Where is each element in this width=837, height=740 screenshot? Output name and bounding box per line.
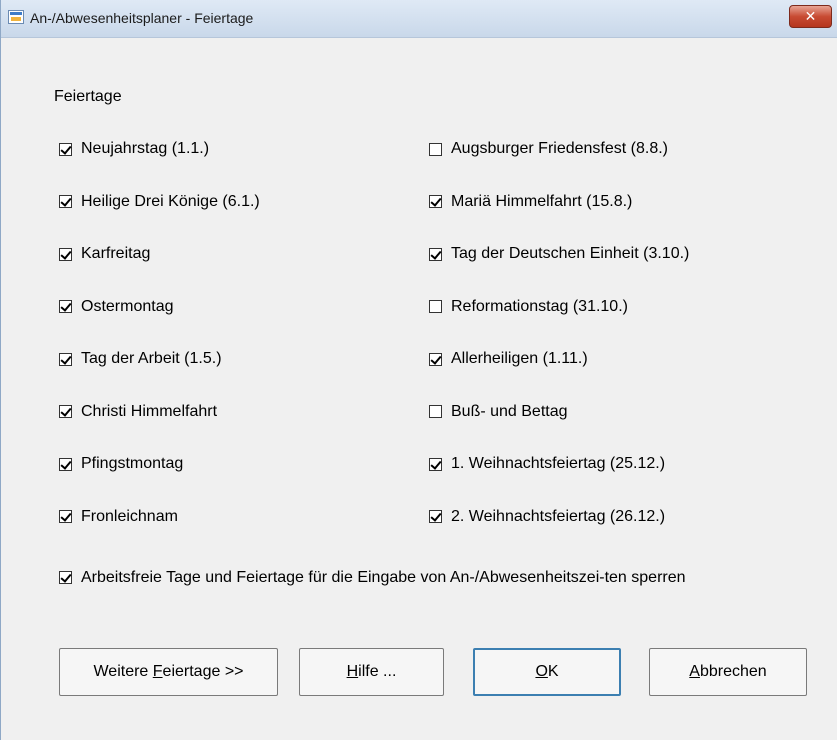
button-text: eiertage >>: [162, 663, 244, 680]
holiday-label: Pfingstmontag: [81, 455, 184, 472]
more-holidays-button[interactable]: Weitere Feiertage >>: [59, 648, 278, 696]
mnemonic-letter: A: [689, 663, 700, 680]
holiday-checkbox[interactable]: Fronleichnam: [59, 507, 178, 527]
checkbox-checked[interactable]: [429, 195, 442, 208]
checkbox-checked[interactable]: [59, 195, 72, 208]
checkbox-box[interactable]: [59, 571, 72, 584]
checkbox-unchecked[interactable]: [429, 300, 442, 313]
checkbox-checked[interactable]: [429, 352, 442, 366]
holiday-checkbox[interactable]: Karfreitag: [59, 244, 150, 264]
holiday-checkbox[interactable]: Allerheiligen (1.11.): [429, 349, 588, 369]
dialog-window: An-/Abwesenheitsplaner - Feiertage ✕ Fei…: [0, 0, 837, 740]
holiday-checkbox[interactable]: Reformationstag (31.10.): [429, 297, 628, 317]
title-bar[interactable]: An-/Abwesenheitsplaner - Feiertage ✕: [1, 0, 837, 38]
holiday-checkbox[interactable]: Buß- und Bettag: [429, 402, 568, 422]
holiday-label: Tag der Deutschen Einheit (3.10.): [451, 245, 690, 262]
checkbox-checked[interactable]: [429, 457, 442, 471]
close-button[interactable]: ✕: [789, 5, 832, 28]
holiday-label: Ostermontag: [81, 297, 174, 315]
holiday-label: Christi Himmelfahrt: [81, 402, 218, 420]
holiday-label: Neujahrstag (1.1.): [81, 140, 210, 157]
holiday-label: Mariä Himmelfahrt (15.8.): [451, 192, 633, 210]
holiday-checkbox[interactable]: 2. Weihnachtsfeiertag (26.12.): [429, 507, 665, 527]
holiday-label: 2. Weihnachtsfeiertag (26.12.): [451, 507, 666, 525]
lock-holidays-label: Arbeitsfreie Tage und Feiertage für die …: [81, 569, 686, 586]
checkbox-unchecked[interactable]: [429, 142, 442, 156]
holiday-checkbox[interactable]: Neujahrstag (1.1.): [59, 139, 209, 159]
help-button[interactable]: Hilfe ...: [299, 648, 444, 696]
holiday-checkbox[interactable]: Ostermontag: [59, 297, 173, 317]
checkbox-checked[interactable]: [59, 352, 72, 366]
holiday-label: Fronleichnam: [81, 507, 178, 525]
holiday-checkbox[interactable]: Heilige Drei Könige (6.1.): [59, 192, 260, 212]
holiday-label: Allerheiligen (1.11.): [451, 350, 588, 367]
holiday-label: Augsburger Friedensfest (8.8.): [451, 140, 668, 157]
holiday-label: Reformationstag (31.10.): [451, 297, 628, 315]
button-text: Weitere: [93, 663, 153, 680]
dialog-client-area: Feiertage Neujahrstag (1.1.) Heilige Drei…: [1, 38, 837, 740]
checkbox-checked[interactable]: [59, 247, 72, 261]
app-icon: [8, 10, 24, 24]
cancel-button[interactable]: Abbrechen: [649, 648, 807, 696]
checkbox-checked[interactable]: [59, 457, 72, 471]
close-icon: ✕: [804, 8, 817, 24]
holiday-checkbox[interactable]: Mariä Himmelfahrt (15.8.): [429, 192, 632, 212]
checkbox-checked[interactable]: [429, 247, 442, 261]
mnemonic-letter: F: [152, 663, 163, 680]
holiday-checkbox[interactable]: Augsburger Friedensfest (8.8.): [429, 139, 668, 159]
checkbox-checked[interactable]: [59, 510, 72, 523]
holiday-checkbox[interactable]: Pfingstmontag: [59, 454, 183, 474]
checkbox-checked[interactable]: [59, 142, 72, 156]
holiday-checkbox[interactable]: Tag der Arbeit (1.5.): [59, 349, 222, 369]
holiday-checkbox[interactable]: 1. Weihnachtsfeiertag (25.12.): [429, 454, 665, 474]
holiday-checkbox[interactable]: Christi Himmelfahrt: [59, 402, 217, 422]
checkbox-checked[interactable]: [59, 300, 72, 313]
holiday-label: Karfreitag: [81, 245, 151, 262]
mnemonic-letter: H: [346, 663, 359, 680]
window-title: An-/Abwesenheitsplaner - Feiertage: [30, 10, 254, 26]
holiday-label: Tag der Arbeit (1.5.): [81, 350, 222, 367]
holidays-group-label: Feiertage: [54, 88, 122, 105]
checkbox-checked[interactable]: [59, 405, 72, 418]
mnemonic-letter: O: [535, 663, 548, 680]
button-text: ilfe ...: [358, 663, 397, 680]
holiday-checkbox[interactable]: Tag der Deutschen Einheit (3.10.): [429, 244, 689, 264]
checkbox-checked[interactable]: [429, 510, 442, 523]
button-text: bbrechen: [699, 663, 767, 680]
holiday-label: Buß- und Bettag: [451, 402, 568, 420]
ok-button[interactable]: OK: [473, 648, 621, 696]
holiday-label: Heilige Drei Könige (6.1.): [81, 192, 260, 210]
checkbox-unchecked[interactable]: [429, 405, 442, 418]
button-text: K: [547, 663, 559, 680]
holiday-label: 1. Weihnachtsfeiertag (25.12.): [451, 455, 666, 472]
